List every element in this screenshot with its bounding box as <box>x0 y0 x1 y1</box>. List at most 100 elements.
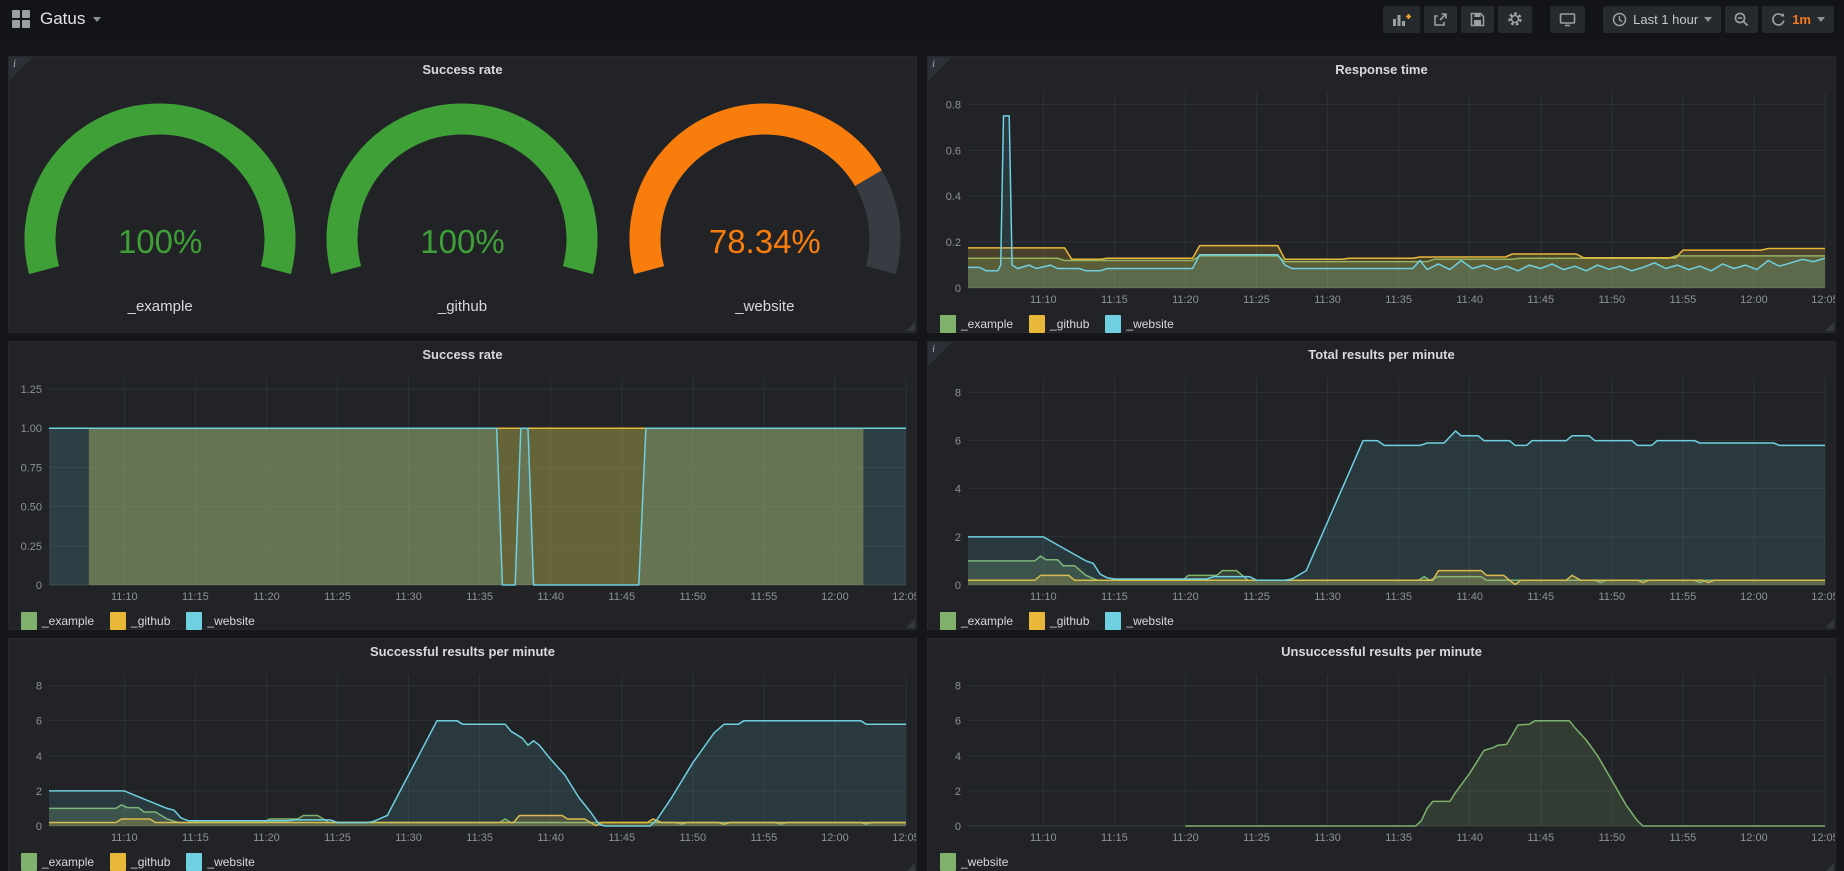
add-panel-icon <box>1392 12 1411 27</box>
legend-item[interactable]: _website <box>1105 612 1173 630</box>
svg-text:8: 8 <box>955 681 961 693</box>
share-icon <box>1433 12 1448 27</box>
legend-item[interactable]: _github <box>110 612 170 630</box>
legend-item[interactable]: _example <box>940 315 1013 333</box>
svg-text:0: 0 <box>36 580 42 592</box>
gauge-row: 100%_example100%_github78.34%_website <box>9 83 916 315</box>
svg-text:11:30: 11:30 <box>395 591 422 603</box>
legend: _example _github _website <box>9 607 916 630</box>
svg-text:8: 8 <box>955 387 961 399</box>
time-series-chart[interactable]: 11:1011:1511:2011:2511:3011:3511:4011:45… <box>9 368 916 607</box>
resize-handle[interactable] <box>906 619 915 628</box>
legend-item[interactable]: _website <box>1105 315 1173 333</box>
legend-item[interactable]: _website <box>940 853 1008 871</box>
panel-info-corner[interactable]: i <box>928 57 952 81</box>
svg-text:11:25: 11:25 <box>324 832 351 844</box>
legend-series-label: _website <box>207 855 254 869</box>
zoom-out-button[interactable] <box>1725 6 1758 33</box>
resize-handle[interactable] <box>1825 322 1834 331</box>
legend-series-marker <box>940 853 956 871</box>
legend-item[interactable]: _github <box>1029 612 1089 630</box>
resize-handle[interactable] <box>906 863 915 871</box>
panel-title[interactable]: Success rate <box>9 57 916 83</box>
svg-text:11:55: 11:55 <box>751 591 778 603</box>
resize-handle[interactable] <box>1825 619 1834 628</box>
svg-text:11:20: 11:20 <box>1172 294 1199 306</box>
dashboard-settings-button[interactable] <box>1498 6 1532 33</box>
legend-series-marker <box>110 612 126 630</box>
svg-text:11:30: 11:30 <box>1314 294 1341 306</box>
svg-text:0.25: 0.25 <box>21 541 42 553</box>
svg-text:0: 0 <box>955 821 961 833</box>
svg-text:11:35: 11:35 <box>1385 832 1412 844</box>
svg-text:11:15: 11:15 <box>1101 832 1128 844</box>
svg-text:11:50: 11:50 <box>1598 294 1625 306</box>
time-range-picker[interactable]: Last 1 hour <box>1603 6 1721 33</box>
resize-handle[interactable] <box>1825 863 1834 871</box>
legend: _website <box>928 848 1835 871</box>
gauge-value: 100% <box>10 223 310 261</box>
panel-total-results: i Total results per minute 11:1011:1511:… <box>927 341 1836 630</box>
resize-handle[interactable] <box>906 322 915 331</box>
time-series-chart[interactable]: 11:1011:1511:2011:2511:3011:3511:4011:45… <box>928 665 1835 848</box>
gauge-_website: 78.34%_website <box>615 89 915 315</box>
svg-text:0.8: 0.8 <box>946 99 961 111</box>
dashboards-grid-icon[interactable] <box>12 10 30 28</box>
panel-title[interactable]: Successful results per minute <box>9 639 916 665</box>
svg-text:12:05: 12:05 <box>892 832 916 844</box>
legend-item[interactable]: _github <box>110 853 170 871</box>
legend-item[interactable]: _example <box>21 612 94 630</box>
legend: _example _github _website <box>928 607 1835 630</box>
time-series-chart[interactable]: 11:1011:1511:2011:2511:3011:3511:4011:45… <box>928 368 1835 607</box>
refresh-button[interactable]: 1m <box>1762 6 1834 33</box>
svg-text:11:10: 11:10 <box>1030 832 1057 844</box>
cycle-view-mode-button[interactable] <box>1550 6 1585 33</box>
svg-text:1.00: 1.00 <box>21 423 42 435</box>
panel-unsuccessful-results: Unsuccessful results per minute 11:10 11:… <box>927 638 1836 871</box>
dashboard-title-menu[interactable]: Gatus <box>40 9 101 29</box>
time-series-chart[interactable]: 11:1011:1511:2011:2511:3011:3511:4011:45… <box>928 83 1835 310</box>
svg-text:11:55: 11:55 <box>751 832 778 844</box>
svg-text:11:25: 11:25 <box>1243 294 1270 306</box>
legend-item[interactable]: _github <box>1029 315 1089 333</box>
legend-series-label: _github <box>1050 614 1089 628</box>
panel-info-corner[interactable]: i <box>928 342 952 366</box>
panel-success-rate-series: Success rate 11:1011:1511:2011:2511:3011… <box>8 341 917 630</box>
legend-item[interactable]: _example <box>21 853 94 871</box>
legend-item[interactable]: _example <box>940 612 1013 630</box>
svg-text:12:00: 12:00 <box>1740 294 1768 306</box>
svg-text:12:00: 12:00 <box>1740 832 1768 844</box>
svg-text:0.6: 0.6 <box>946 145 961 157</box>
legend-series-marker <box>186 612 202 630</box>
legend-series-label: _github <box>131 614 170 628</box>
svg-text:0.50: 0.50 <box>21 502 42 514</box>
legend-series-marker <box>1029 315 1045 333</box>
gauge-value: 78.34% <box>615 223 915 261</box>
time-series-chart[interactable]: 11:1011:1511:2011:2511:3011:3511:4011:45… <box>9 665 916 848</box>
panel-title[interactable]: Unsuccessful results per minute <box>928 639 1835 665</box>
svg-text:11:30: 11:30 <box>395 832 422 844</box>
svg-text:4: 4 <box>36 751 42 763</box>
svg-text:11:20: 11:20 <box>253 832 280 844</box>
share-dashboard-button[interactable] <box>1424 6 1457 33</box>
gauge-label: _example <box>10 298 310 315</box>
zoom-out-icon <box>1734 12 1749 27</box>
legend-series-marker <box>1029 612 1045 630</box>
svg-text:11:50: 11:50 <box>1598 832 1625 844</box>
legend-series-marker <box>1105 315 1121 333</box>
panel-title[interactable]: Success rate <box>9 342 916 368</box>
save-dashboard-button[interactable] <box>1461 6 1494 33</box>
svg-text:11:15: 11:15 <box>182 591 209 603</box>
svg-text:0: 0 <box>955 283 961 295</box>
legend-series-marker <box>1105 612 1121 630</box>
top-navbar: Gatus <box>0 0 1844 38</box>
add-panel-button[interactable] <box>1383 6 1420 33</box>
panel-info-corner[interactable]: i <box>9 57 33 81</box>
panel-title[interactable]: Response time <box>928 57 1835 83</box>
svg-text:11:50: 11:50 <box>679 591 706 603</box>
legend-item[interactable]: _website <box>186 612 254 630</box>
legend-item[interactable]: _website <box>186 853 254 871</box>
panel-title[interactable]: Total results per minute <box>928 342 1835 368</box>
svg-text:11:45: 11:45 <box>608 832 635 844</box>
legend-series-label: _example <box>961 614 1013 628</box>
